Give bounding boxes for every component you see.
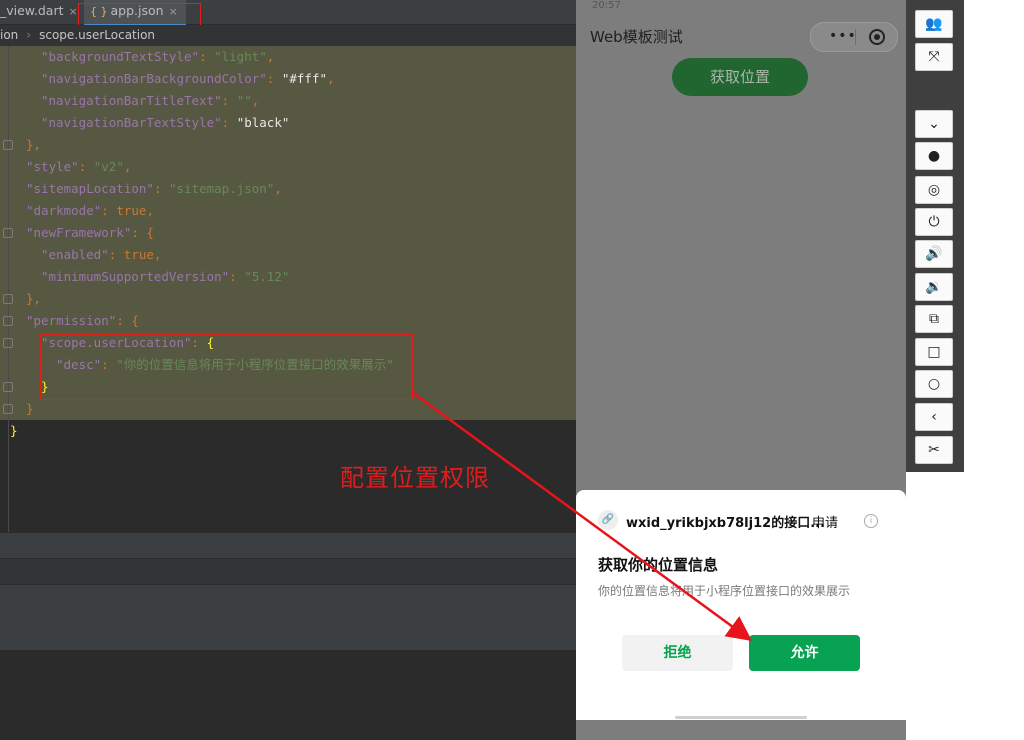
- bottom-panel-bar: [0, 532, 576, 559]
- back-icon[interactable]: ‹: [915, 403, 953, 431]
- annotation-text: 配置位置权限: [340, 464, 490, 492]
- tab-view-dart[interactable]: _view.dart ×: [0, 0, 78, 24]
- volume-up-icon[interactable]: 🔊: [915, 240, 953, 268]
- scissors-icon[interactable]: ✂: [915, 436, 953, 464]
- apply-label: 申请: [812, 516, 839, 531]
- code-line: "backgroundTextStyle": "light",: [41, 49, 275, 64]
- info-icon[interactable]: i: [864, 514, 878, 528]
- bottom-panel: [0, 584, 576, 651]
- dialog-title: 获取你的位置信息: [598, 556, 719, 574]
- rotate-icon[interactable]: ⧉: [915, 305, 953, 333]
- circle-icon[interactable]: ○: [915, 370, 953, 398]
- bottom-panel-area: [0, 650, 576, 740]
- code-line: "newFramework": {: [26, 225, 154, 240]
- fold-marker-icon[interactable]: [3, 382, 13, 392]
- code-line: "permission": {: [26, 313, 139, 328]
- fold-marker-icon[interactable]: [3, 140, 13, 150]
- code-line: "enabled": true,: [41, 247, 162, 262]
- code-line: },: [26, 291, 42, 306]
- menu-capsule: •••: [810, 22, 898, 52]
- volume-down-icon[interactable]: 🔉: [915, 273, 953, 301]
- hide-eye-icon[interactable]: ◎: [915, 176, 953, 204]
- code-line: "navigationBarTitleText": "",: [41, 93, 260, 108]
- code-line: "navigationBarTextStyle": "black": [41, 115, 290, 130]
- link-icon: 🔗: [598, 510, 618, 530]
- page-background: [964, 0, 1024, 740]
- deny-button[interactable]: 拒绝: [622, 635, 733, 671]
- fold-marker-icon[interactable]: [3, 404, 13, 414]
- fold-marker-icon[interactable]: [3, 228, 13, 238]
- fold-marker-icon[interactable]: [3, 338, 13, 348]
- breadcrumb-separator: ›: [26, 28, 32, 42]
- tab-close-icon[interactable]: ×: [69, 5, 78, 18]
- power-icon[interactable]: ⏻: [915, 208, 953, 236]
- home-indicator: [675, 716, 807, 719]
- fold-marker-icon[interactable]: [3, 316, 13, 326]
- highlight-box-code: [40, 334, 413, 400]
- permission-dialog: 🔗 wxid_yrikbjxb78lj12的接口... 申请 i 获取你的位置信…: [576, 490, 906, 720]
- breadcrumb-item[interactable]: ion: [0, 28, 18, 42]
- fullscreen-icon[interactable]: ⤧: [915, 43, 953, 71]
- breadcrumb: ion › scope.userLocation: [0, 25, 576, 46]
- gutter-line: [8, 46, 9, 532]
- page-title: Web模板测试: [590, 28, 683, 46]
- code-line: "style": "v2",: [26, 159, 132, 174]
- status-time: 20:57: [592, 0, 621, 11]
- tab-label: _view.dart: [0, 3, 64, 18]
- collapse-icon[interactable]: ⌄: [915, 110, 953, 138]
- capsule-divider: [855, 29, 856, 45]
- breadcrumb-item[interactable]: scope.userLocation: [39, 28, 155, 42]
- group-icon[interactable]: 👥: [915, 10, 953, 38]
- page-background: [906, 472, 964, 740]
- record-icon[interactable]: ●: [915, 142, 953, 170]
- app-name: wxid_yrikbjxb78lj12的接口...: [626, 516, 826, 531]
- code-line: "darkmode": true,: [26, 203, 154, 218]
- code-line: }: [26, 401, 34, 416]
- code-line: "minimumSupportedVersion": "5.12": [41, 269, 290, 284]
- get-location-button[interactable]: 获取位置: [672, 58, 808, 96]
- code-line: }: [10, 423, 18, 438]
- code-line: "navigationBarBackgroundColor": "#fff",: [41, 71, 335, 86]
- fold-marker-icon[interactable]: [3, 294, 13, 304]
- close-target-icon[interactable]: [869, 29, 885, 45]
- code-line: "sitemapLocation": "sitemap.json",: [26, 181, 282, 196]
- code-line: },: [26, 137, 42, 152]
- bottom-panel-bar: [0, 558, 576, 585]
- dialog-description: 你的位置信息将用于小程序位置接口的效果展示: [598, 584, 851, 598]
- more-dots-icon[interactable]: •••: [829, 28, 857, 44]
- allow-button[interactable]: 允许: [749, 635, 860, 671]
- square-icon[interactable]: □: [915, 338, 953, 366]
